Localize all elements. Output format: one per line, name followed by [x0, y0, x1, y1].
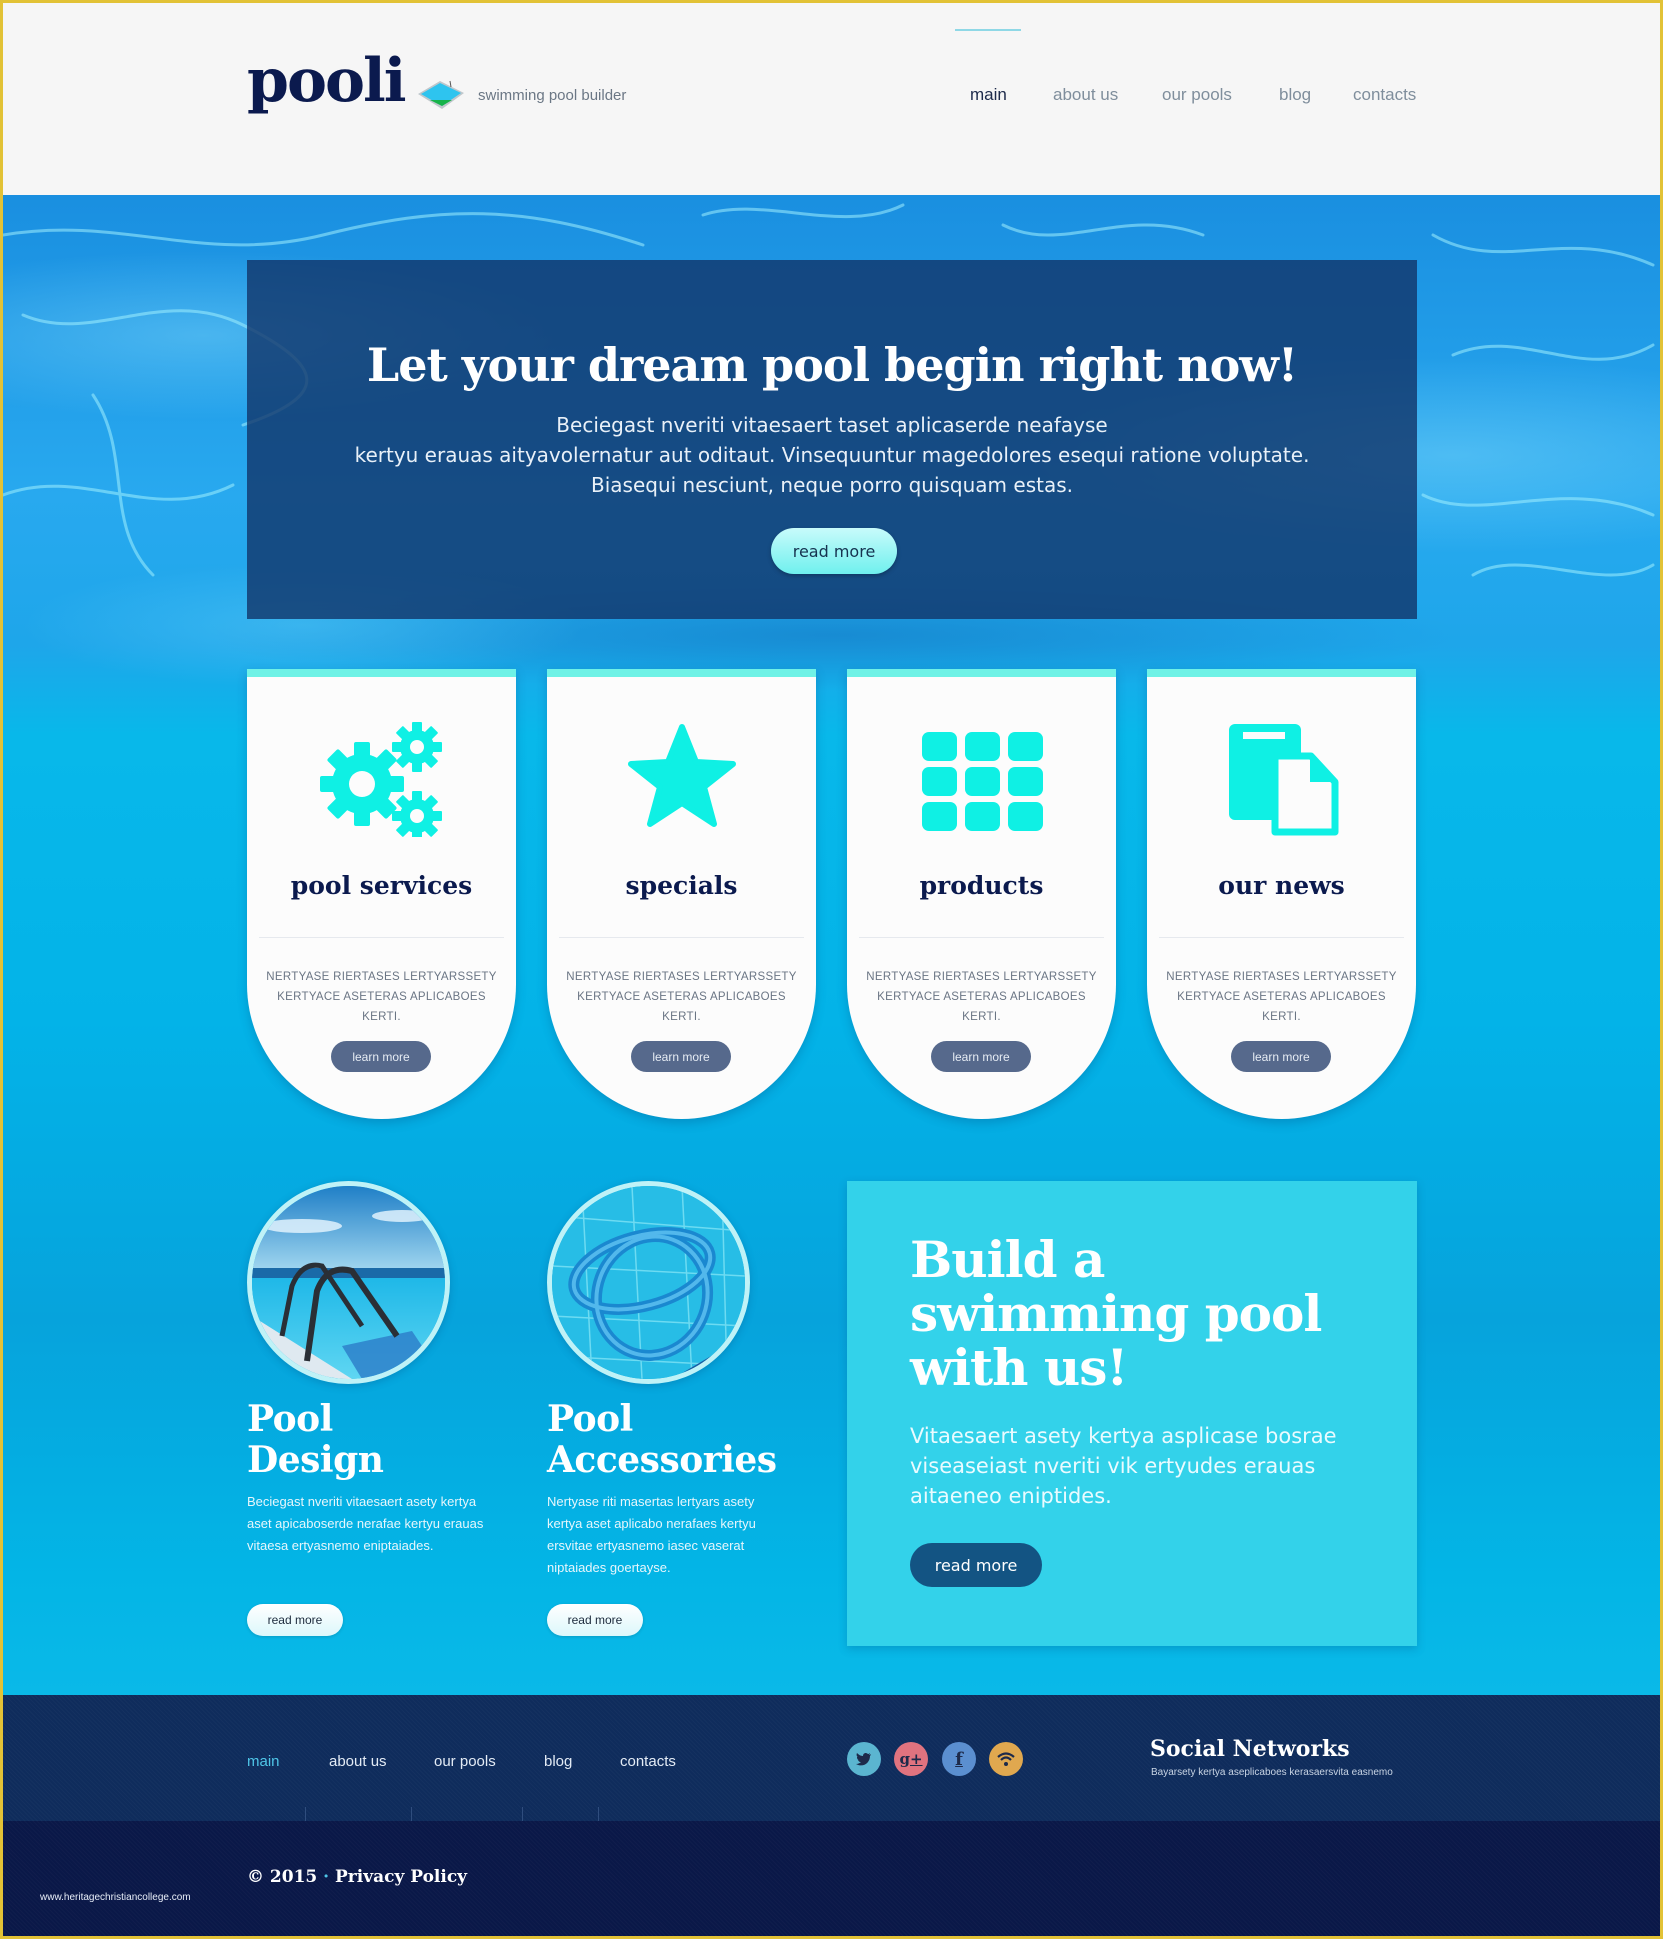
- twitter-icon: [856, 1752, 871, 1766]
- card-title: products: [919, 871, 1044, 900]
- card-title: specials: [625, 871, 738, 900]
- learn-more-button[interactable]: learn more: [631, 1041, 731, 1072]
- pool-ladder-photo[interactable]: [247, 1181, 450, 1384]
- read-more-button[interactable]: read more: [547, 1604, 643, 1636]
- feature-title-line: Pool: [247, 1398, 333, 1440]
- learn-more-button[interactable]: learn more: [931, 1041, 1031, 1072]
- feature-text: Beciegast nveriti vitaesaert asety kerty…: [247, 1494, 484, 1553]
- gears-icon: [320, 722, 442, 837]
- site-header: pooli swimming pool builder main about u…: [3, 3, 1660, 195]
- watermark: www.heritagechristiancollege.com: [40, 1892, 191, 1903]
- card-text: NERTYASE RIERTASES LERTYARSSETY KERTYACE…: [566, 971, 797, 1023]
- copyright: © 2015 · Privacy Policy: [247, 1867, 467, 1887]
- cta-panel: Build a swimming pool with us! Vitaesaer…: [847, 1181, 1417, 1646]
- footer-top: main about us our pools blog contacts g+…: [3, 1695, 1660, 1829]
- learn-more-button[interactable]: learn more: [1231, 1041, 1331, 1072]
- cta-title: Build a swimming pool with us!: [910, 1233, 1390, 1395]
- social-networks-title: Social Networks: [1150, 1736, 1350, 1762]
- nav-item-about-us[interactable]: about us: [1053, 85, 1118, 105]
- hero-text-line: kertyu erauas aityavolernatur aut oditau…: [354, 443, 1310, 467]
- privacy-policy-link[interactable]: Privacy Policy: [335, 1867, 467, 1887]
- hero-text-line: Beciegast nveriti vitaesaert taset aplic…: [556, 413, 1108, 437]
- logo[interactable]: pooli: [247, 51, 407, 111]
- feature-title-line: Design: [247, 1439, 384, 1481]
- card-products: products NERTYASE RIERTASES LERTYARSSETY…: [847, 669, 1116, 1119]
- hero-text: Beciegast nveriti vitaesaert taset aplic…: [247, 410, 1417, 500]
- hero-banner: Let your dream pool begin right now! Bec…: [247, 260, 1417, 619]
- rss-wifi-icon: [997, 1752, 1015, 1766]
- card-divider: [859, 937, 1104, 938]
- cta-read-more-button[interactable]: read more: [910, 1543, 1042, 1587]
- read-more-button[interactable]: read more: [247, 1604, 343, 1636]
- facebook-button[interactable]: f: [942, 1742, 976, 1776]
- rss-button[interactable]: [989, 1742, 1023, 1776]
- active-nav-indicator: [955, 29, 1021, 31]
- feature-title-line: Accessories: [547, 1439, 777, 1481]
- footer-bottom: © 2015 · Privacy Policy www.heritagechri…: [3, 1821, 1660, 1936]
- nav-item-main[interactable]: main: [970, 85, 1007, 105]
- cta-text: Vitaesaert asety kertya asplicase bosrae…: [910, 1424, 1337, 1508]
- social-networks-subtitle: Bayarsety kertya aseplicaboes kerasaersv…: [1151, 1767, 1393, 1778]
- google-plus-icon: g+: [899, 1750, 923, 1768]
- hero-read-more-button[interactable]: read more: [771, 528, 897, 574]
- card-our-news: our news NERTYASE RIERTASES LERTYARSSETY…: [1147, 669, 1416, 1119]
- google-plus-button[interactable]: g+: [894, 1742, 928, 1776]
- star-icon: [628, 724, 736, 827]
- card-title: our news: [1218, 871, 1345, 900]
- cta-title-line: with us!: [910, 1338, 1128, 1397]
- learn-more-button[interactable]: learn more: [331, 1041, 431, 1072]
- copyright-separator: ·: [323, 1867, 330, 1887]
- twitter-button[interactable]: [847, 1742, 881, 1776]
- card-divider: [1159, 937, 1404, 938]
- feature-title: Pool Design: [247, 1399, 507, 1481]
- grid-icon: [922, 732, 1043, 831]
- feature-text: Nertyase riti masertas lertyars asety ke…: [547, 1494, 756, 1575]
- cta-title-line: Build a: [910, 1230, 1105, 1289]
- copyright-year: © 2015: [247, 1867, 318, 1887]
- card-title: pool services: [290, 871, 473, 900]
- card-divider: [259, 937, 504, 938]
- footer-nav-item-contacts[interactable]: contacts: [620, 1753, 676, 1770]
- pool-hose-photo[interactable]: [547, 1181, 750, 1384]
- card-text: NERTYASE RIERTASES LERTYARSSETY KERTYACE…: [1166, 971, 1397, 1023]
- footer-nav-item-main[interactable]: main: [247, 1753, 280, 1770]
- documents-icon: [1229, 724, 1339, 836]
- card-specials: specials NERTYASE RIERTASES LERTYARSSETY…: [547, 669, 816, 1119]
- cta-title-line: swimming pool: [910, 1284, 1322, 1343]
- card-pool-services: pool services NERTYASE RIERTASES LERTYAR…: [247, 669, 516, 1119]
- feature-title: Pool Accessories: [547, 1399, 807, 1481]
- footer-nav-item-blog[interactable]: blog: [544, 1753, 572, 1770]
- card-divider: [559, 937, 804, 938]
- hero-text-line: Biasequi nesciunt, neque porro quisquam …: [590, 473, 1073, 497]
- nav-item-our-pools[interactable]: our pools: [1162, 85, 1232, 105]
- facebook-icon: f: [955, 1748, 963, 1770]
- card-text: NERTYASE RIERTASES LERTYARSSETY KERTYACE…: [866, 971, 1097, 1023]
- page: pooli swimming pool builder main about u…: [3, 3, 1660, 1936]
- footer-nav-item-about-us[interactable]: about us: [329, 1753, 387, 1770]
- pool-diamond-icon: [418, 80, 464, 109]
- footer-nav-item-our-pools[interactable]: our pools: [434, 1753, 496, 1770]
- hero-title: Let your dream pool begin right now!: [366, 338, 1298, 392]
- nav-item-contacts[interactable]: contacts: [1353, 85, 1416, 105]
- feature-title-line: Pool: [547, 1398, 633, 1440]
- nav-item-blog[interactable]: blog: [1279, 85, 1311, 105]
- main-content: Let your dream pool begin right now! Bec…: [3, 195, 1660, 1695]
- tagline: swimming pool builder: [478, 87, 627, 104]
- card-text: NERTYASE RIERTASES LERTYARSSETY KERTYACE…: [266, 971, 497, 1023]
